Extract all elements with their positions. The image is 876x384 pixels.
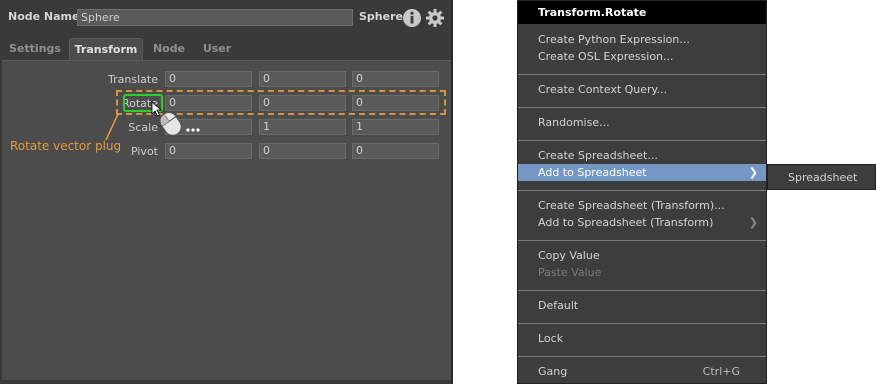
menu-separator — [518, 356, 766, 357]
annotation-label: Rotate vector plug — [10, 139, 122, 153]
menu-item-context-query[interactable]: Create Context Query... — [518, 81, 766, 98]
menu-item-label: Gang — [538, 365, 568, 378]
menu-item-lock[interactable]: Lock — [518, 330, 766, 347]
menu-separator — [518, 74, 766, 75]
menu-item-paste-value: Paste Value — [538, 266, 602, 279]
menu-item-add-to-spreadsheet-transform[interactable]: Add to Spreadsheet (Transform) ❯ — [518, 214, 766, 231]
menu-item-osl-expression[interactable]: Create OSL Expression... — [518, 48, 766, 65]
menu-item-create-spreadsheet[interactable]: Create Spreadsheet... — [518, 147, 766, 164]
menu-item-copy-value[interactable]: Copy Value — [518, 247, 766, 264]
menu-separator — [518, 240, 766, 241]
menu-item-python-expression[interactable]: Create Python Expression... — [518, 31, 766, 48]
menu-separator — [518, 190, 766, 191]
menu-item-gang[interactable]: Gang Ctrl+G — [518, 363, 766, 380]
menu-item-label: Add to Spreadsheet — [538, 166, 647, 179]
menu-title: Transform.Rotate — [518, 1, 766, 24]
spreadsheet-submenu: Spreadsheet — [767, 164, 876, 190]
menu-separator — [518, 107, 766, 108]
menu-item-shortcut: Ctrl+G — [702, 365, 740, 378]
submenu-item-spreadsheet[interactable]: Spreadsheet — [768, 169, 875, 186]
menu-item-add-to-spreadsheet[interactable]: Add to Spreadsheet ❯ — [518, 164, 766, 181]
menu-item-randomise[interactable]: Randomise... — [518, 114, 766, 131]
menu-item-create-spreadsheet-transform[interactable]: Create Spreadsheet (Transform)... — [518, 197, 766, 214]
chevron-right-icon: ❯ — [748, 166, 758, 179]
node-editor-panel: Node Name Sphere Sphere Settings Transfo… — [0, 0, 453, 384]
menu-separator — [518, 323, 766, 324]
mouse-cursor-icon — [151, 101, 200, 136]
menu-item-label: Add to Spreadsheet (Transform) — [538, 216, 714, 229]
menu-separator — [518, 140, 766, 141]
menu-separator — [518, 290, 766, 291]
context-menu: Transform.Rotate Create Python Expressio… — [517, 0, 767, 384]
annotation-leader-line — [105, 113, 119, 141]
menu-item-default[interactable]: Default — [518, 297, 766, 314]
chevron-right-icon: ❯ — [748, 216, 758, 229]
